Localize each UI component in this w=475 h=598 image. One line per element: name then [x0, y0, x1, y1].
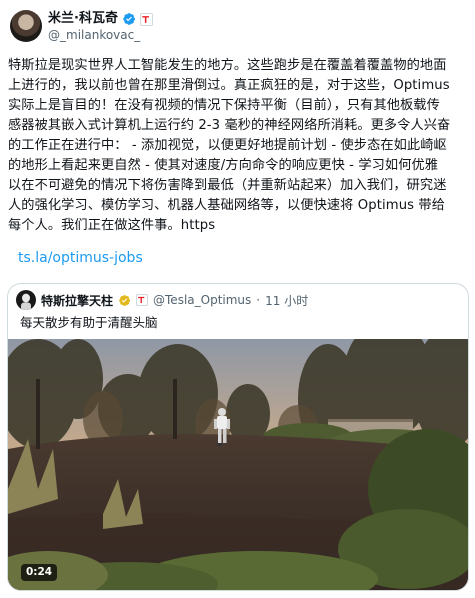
video-duration: 0:24: [21, 564, 58, 581]
verified-badge-icon: [123, 13, 135, 25]
quoted-timestamp[interactable]: 11 小时: [265, 292, 308, 309]
meta-separator: ·: [256, 293, 261, 307]
post-line: 上进行的，我以前也曾在那里滑倒过。真正疯狂的是，对于这些，Optimus: [8, 78, 450, 93]
quoted-display-name[interactable]: 特斯拉擎天柱: [41, 292, 113, 309]
tweet-card: 米兰·科瓦奇 @_milankovac_ 特斯拉是现实世界人工智能发生的地方。这…: [0, 0, 475, 598]
quoted-tweet[interactable]: 特斯拉擎天柱 @Tesla_Optimus · 11 小时 每天散步有助于清醒头…: [7, 283, 469, 591]
post-line: 感器被其嵌入式计算机上运行约 2-3 毫秒的神经网络所消耗。更多令人兴奋: [8, 118, 451, 133]
quoted-text: 每天散步有助于清醒头脑: [20, 315, 158, 330]
post-line: 实际上是盲目的！在没有视频的情况下保持平衡（目前），只有其他板载传: [8, 98, 440, 113]
video-player[interactable]: 0:24: [8, 339, 468, 590]
author-avatar[interactable]: [10, 10, 42, 42]
tesla-affiliate-icon[interactable]: [139, 12, 153, 26]
post-line: 的地形上看起来更自然 - 使其对速度/方向命令的响应更快 - 学习如何优雅: [8, 158, 439, 173]
post-line: 的工作正在进行中： - 添加视觉，以便更好地提前计划 - 使步态在如此崎岖: [8, 138, 447, 153]
quoted-header: 特斯拉擎天柱 @Tesla_Optimus · 11 小时: [16, 290, 308, 310]
post-line: 以在不可避免的情况下将伤害降到最低（并重新站起来）加入我们，研究迷: [8, 178, 447, 193]
post-text: 特斯拉是现实世界人工智能发生的地方。这些跑步是在覆盖着覆盖物的地面 上进行的，我…: [8, 56, 468, 236]
post-line: 特斯拉是现实世界人工智能发生的地方。这些跑步是在覆盖着覆盖物的地面: [8, 58, 447, 73]
video-frame: [8, 339, 468, 590]
tesla-affiliate-icon[interactable]: [136, 294, 149, 306]
post-line: 人的强化学习、模仿学习、机器人基础网络等，以便快速将 Optimus 带给: [8, 198, 445, 213]
verified-gold-badge-icon: [119, 294, 131, 306]
author-handle[interactable]: @_milankovac_: [48, 28, 140, 43]
quoted-handle[interactable]: @Tesla_Optimus: [153, 293, 251, 307]
post-link[interactable]: ts.la/optimus-jobs: [18, 249, 143, 267]
post-line: 每个人。我们正在做这件事。https: [8, 218, 216, 233]
author-display-name[interactable]: 米兰·科瓦奇: [48, 11, 118, 27]
author-name-row: 米兰·科瓦奇: [48, 11, 153, 27]
quoted-avatar[interactable]: [16, 290, 36, 310]
